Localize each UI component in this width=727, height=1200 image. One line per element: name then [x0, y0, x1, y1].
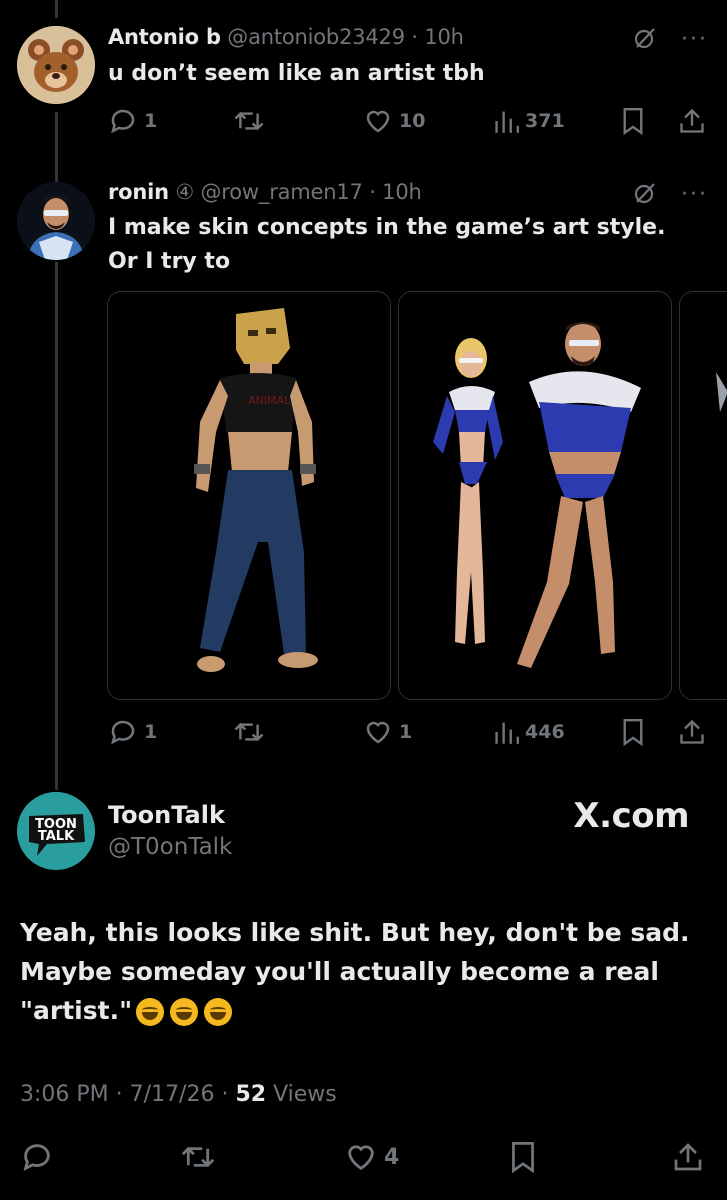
heart-icon — [366, 110, 390, 133]
separator: · — [115, 1082, 123, 1107]
reply-button[interactable] — [20, 1140, 54, 1174]
share-icon — [680, 719, 704, 744]
bookmark-icon — [623, 719, 643, 747]
media-image-3[interactable] — [679, 291, 727, 700]
repost-icon — [234, 111, 264, 131]
reply-actions: 4 — [0, 1140, 727, 1180]
tweet-text-line-2: Or I try to — [108, 249, 231, 274]
like-count: 4 — [384, 1144, 400, 1170]
like-button[interactable]: 10 — [363, 106, 425, 136]
reply-icon — [23, 1144, 50, 1172]
like-count: 10 — [399, 110, 426, 132]
grok-icon[interactable] — [633, 26, 657, 54]
avatar-antonio[interactable] — [17, 26, 95, 104]
like-button[interactable]: 4 — [344, 1140, 399, 1174]
rofl-emoji-icon — [136, 998, 165, 1026]
more-icon[interactable]: ··· — [681, 29, 708, 51]
like-button[interactable]: 1 — [363, 717, 412, 747]
tweet-text-line: u don’t seem like an artist tbh — [108, 61, 485, 86]
grok-icon[interactable] — [633, 181, 657, 209]
bookmark-button[interactable] — [620, 717, 646, 747]
rofl-emoji-icon — [170, 998, 199, 1026]
separator: · — [411, 25, 418, 49]
reply-text-content: Yeah, this looks like shit. But hey, don… — [20, 918, 690, 1025]
avatar-toontalk[interactable]: TOON TALK — [17, 792, 95, 870]
views-button[interactable]: 446 — [493, 717, 565, 747]
separator: · — [369, 180, 376, 204]
tweet-top-actions: ··· — [633, 26, 708, 54]
bookmark-icon — [512, 1142, 534, 1174]
share-icon — [674, 1143, 702, 1171]
thread-line-top — [55, 0, 58, 18]
views-count: 371 — [525, 110, 565, 132]
tweet-text: u don’t seem like an artist tbh — [108, 57, 485, 91]
reply-icon — [111, 109, 135, 134]
bookmark-icon — [623, 108, 643, 136]
emoji-group — [136, 998, 233, 1026]
author-handle[interactable]: @row_ramen17 — [201, 180, 363, 204]
rofl-emoji-icon — [204, 998, 233, 1026]
thread-line-2 — [55, 262, 58, 790]
avatar-ronin[interactable] — [17, 182, 95, 260]
reply-count: 1 — [144, 110, 158, 132]
author-name[interactable]: ronin — [108, 180, 169, 204]
tweet-header: Antonio b @antoniob23429 · 10h — [108, 25, 464, 49]
heart-icon — [366, 721, 390, 744]
views-button[interactable]: 371 — [493, 106, 565, 136]
repost-button[interactable] — [180, 1140, 216, 1174]
share-button[interactable] — [678, 106, 706, 136]
verified-badge: ④ — [175, 180, 195, 204]
tweet-text-line-1: I make skin concepts in the game’s art s… — [108, 215, 666, 240]
tweet-actions: 1 10 371 — [0, 106, 727, 136]
reply-author-handle[interactable]: @T0onTalk — [108, 834, 232, 860]
views-count: 446 — [525, 721, 565, 743]
heart-icon — [348, 1145, 374, 1171]
tweet-top-actions: ··· — [633, 181, 708, 209]
reply-date[interactable]: 7/17/26 — [130, 1082, 215, 1107]
like-count: 1 — [399, 721, 413, 743]
author-name[interactable]: Antonio b — [108, 25, 221, 49]
timestamp[interactable]: 10h — [382, 180, 422, 204]
repost-button[interactable] — [233, 717, 265, 747]
reply-views-count: 52 — [235, 1082, 267, 1107]
author-handle[interactable]: @antoniob23429 — [227, 25, 405, 49]
watermark: X.com — [573, 796, 689, 836]
repost-icon — [234, 722, 264, 742]
repost-icon — [181, 1146, 215, 1168]
avatar-text-bottom: TALK — [38, 829, 75, 844]
reply-meta: 3:06 PM · 7/17/26 · 52 Views — [20, 1082, 337, 1107]
bookmark-button[interactable] — [508, 1140, 538, 1174]
tweet-actions: 1 1 446 — [0, 717, 727, 747]
reply-button[interactable]: 1 — [108, 106, 157, 136]
bookmark-button[interactable] — [620, 106, 646, 136]
reply-icon — [111, 720, 135, 745]
timestamp[interactable]: 10h — [424, 25, 464, 49]
svg-text:ANIMAL: ANIMAL — [248, 394, 291, 407]
views-icon — [495, 111, 519, 133]
tweet-header: ronin ④ @row_ramen17 · 10h — [108, 180, 422, 204]
reply-text: Yeah, this looks like shit. But hey, don… — [20, 913, 710, 1030]
share-button[interactable] — [672, 1140, 704, 1174]
media-image-1[interactable]: ANIMAL — [107, 291, 391, 700]
share-icon — [680, 108, 704, 133]
reply-time[interactable]: 3:06 PM — [20, 1082, 109, 1107]
share-button[interactable] — [678, 717, 706, 747]
reply-views-label: Views — [273, 1082, 337, 1107]
repost-button[interactable] — [233, 106, 265, 136]
reply-count: 1 — [144, 721, 158, 743]
tweet-text: I make skin concepts in the game’s art s… — [108, 211, 665, 279]
reply-author-name[interactable]: ToonTalk — [108, 801, 225, 829]
reply-button[interactable]: 1 — [108, 717, 157, 747]
more-icon[interactable]: ··· — [681, 184, 708, 206]
media-image-2[interactable] — [398, 291, 672, 700]
separator: · — [221, 1082, 229, 1107]
views-icon — [495, 722, 519, 744]
